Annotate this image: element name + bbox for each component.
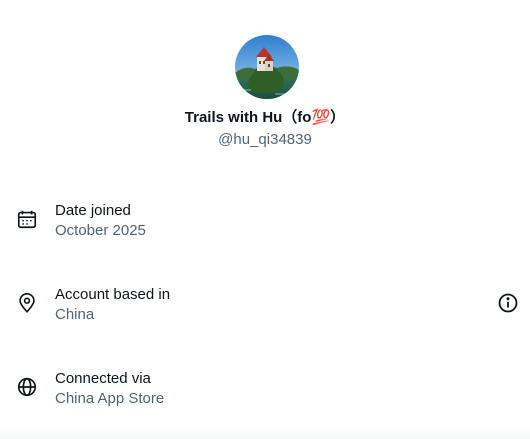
connected-via-label: Connected via: [55, 370, 151, 387]
avatar[interactable]: [235, 35, 299, 99]
avatar-image: [235, 35, 299, 99]
calendar-icon: [16, 208, 38, 230]
display-name: Trails with Hu（fo💯）: [0, 108, 530, 128]
account-based-in-row: Account based in China: [0, 283, 530, 331]
date-joined-value: October 2025: [55, 222, 146, 239]
connected-via-value: China App Store: [55, 390, 165, 407]
date-joined-row: Date joined October 2025: [0, 199, 530, 247]
bottom-divider: [0, 425, 530, 439]
date-joined-label: Date joined: [55, 202, 131, 219]
profile-handle: @hu_qi34839: [218, 131, 312, 148]
connected-via-row: Connected via China App Store: [0, 367, 530, 415]
account-based-in-label: Account based in: [55, 286, 171, 303]
location-pin-icon: [16, 292, 38, 314]
display-name-suffix: ）: [330, 109, 346, 126]
hundred-points-emoji-icon: 💯: [311, 109, 331, 126]
profile-about-panel: Trails with Hu（fo💯） @hu_qi34839 Date joi…: [0, 0, 530, 439]
info-icon[interactable]: [496, 291, 520, 315]
display-name-text: Trails with Hu（fo: [184, 109, 312, 126]
account-based-in-value: China: [55, 306, 95, 323]
globe-icon: [16, 376, 38, 398]
